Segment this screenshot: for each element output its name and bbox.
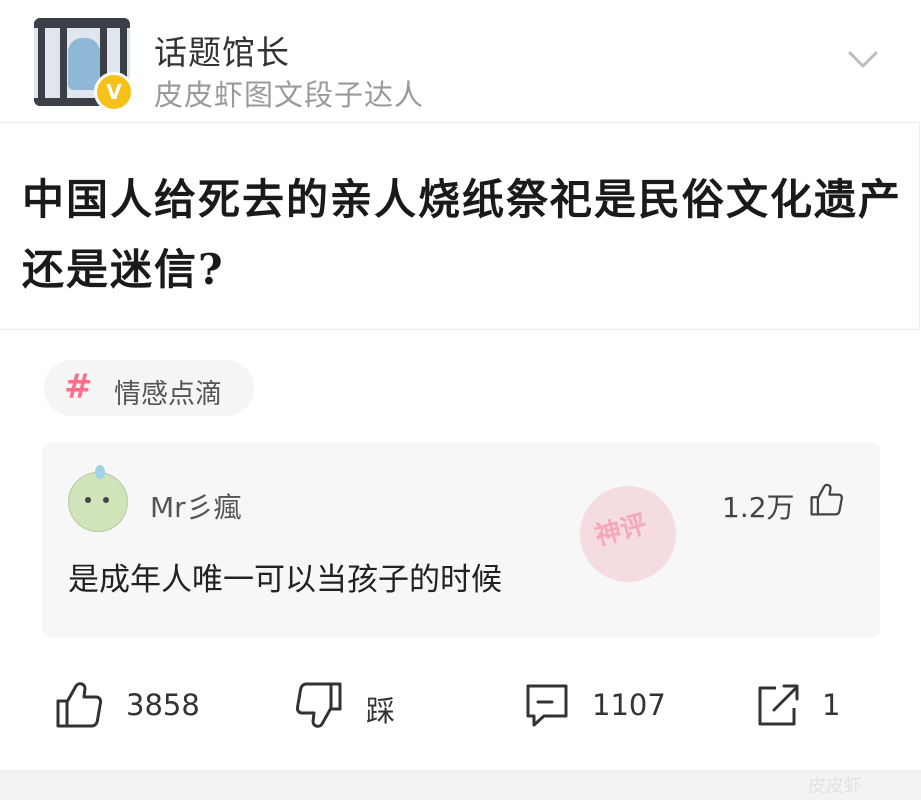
like-count[interactable]: 3858 xyxy=(126,688,200,722)
post-header: V 话题馆长 皮皮虾图文段子达人 xyxy=(0,0,921,122)
god-comment-stamp: 神评 xyxy=(569,475,687,593)
author-name[interactable]: 话题馆长 xyxy=(154,26,290,74)
topic-tag[interactable]: # 情感点滴 xyxy=(44,360,254,416)
post-title-card[interactable]: 中国人给死去的亲人烧纸祭祀是民俗文化遗产还是迷信? xyxy=(0,122,920,330)
dislike-label[interactable]: 踩 xyxy=(366,688,395,730)
verified-badge: V xyxy=(94,72,134,112)
chevron-down-icon[interactable] xyxy=(848,50,878,70)
bottom-divider xyxy=(0,770,921,800)
comment-like-count: 1.2万 xyxy=(722,491,795,524)
comment-count[interactable]: 1107 xyxy=(592,688,666,722)
thumbs-up-icon[interactable] xyxy=(808,482,844,518)
comment-text: 是成年人唯一可以当孩子的时候 xyxy=(68,562,502,598)
god-comment[interactable]: Mr彡瘋 神评 1.2万 是成年人唯一可以当孩子的时候 xyxy=(42,442,880,638)
commenter-name[interactable]: Mr彡瘋 xyxy=(150,486,242,526)
hash-icon: # xyxy=(64,367,93,407)
share-icon[interactable] xyxy=(752,680,802,730)
watermark: 皮皮虾 xyxy=(808,776,862,797)
author-description: 皮皮虾图文段子达人 xyxy=(154,78,425,112)
share-count[interactable]: 1 xyxy=(822,688,840,722)
commenter-avatar[interactable] xyxy=(68,465,128,532)
comment-icon[interactable] xyxy=(522,680,572,730)
thumbs-down-icon[interactable] xyxy=(294,680,344,730)
thumbs-up-icon[interactable] xyxy=(54,680,104,730)
topic-tag-label: 情感点滴 xyxy=(114,379,222,410)
post-title: 中国人给死去的亲人烧纸祭祀是民俗文化遗产还是迷信? xyxy=(22,175,903,294)
action-bar: 3858 踩 1107 1 xyxy=(0,672,921,744)
stamp-label: 神评 xyxy=(591,509,650,552)
